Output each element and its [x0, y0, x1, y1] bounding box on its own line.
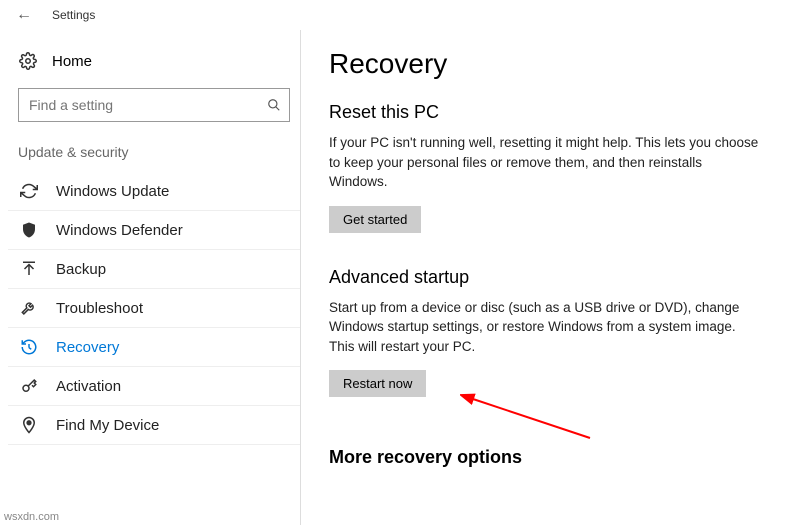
- sidebar-item-label: Recovery: [56, 339, 119, 356]
- sidebar-item-recovery[interactable]: Recovery: [8, 328, 300, 367]
- reset-section-text: If your PC isn't running well, resetting…: [329, 133, 759, 192]
- sidebar-item-troubleshoot[interactable]: Troubleshoot: [8, 289, 300, 328]
- back-icon[interactable]: ←: [16, 6, 32, 24]
- app-title: Settings: [52, 8, 95, 22]
- backup-icon: [18, 260, 40, 278]
- home-label: Home: [52, 53, 92, 70]
- sync-icon: [18, 182, 40, 200]
- search-input[interactable]: [19, 97, 259, 113]
- sidebar-item-activation[interactable]: Activation: [8, 367, 300, 406]
- advanced-section-text: Start up from a device or disc (such as …: [329, 298, 759, 357]
- advanced-section-title: Advanced startup: [329, 267, 776, 288]
- main-panel: Recovery Reset this PC If your PC isn't …: [300, 30, 800, 525]
- search-input-container[interactable]: [18, 88, 290, 122]
- shield-icon: [18, 221, 40, 239]
- history-icon: [18, 338, 40, 356]
- sidebar-item-backup[interactable]: Backup: [8, 250, 300, 289]
- restart-now-button[interactable]: Restart now: [329, 370, 426, 397]
- sidebar-item-label: Windows Update: [56, 183, 169, 200]
- home-button[interactable]: Home: [8, 46, 300, 76]
- wrench-icon: [18, 299, 40, 317]
- sidebar-item-label: Windows Defender: [56, 222, 183, 239]
- search-icon: [259, 98, 289, 112]
- sidebar-item-label: Backup: [56, 261, 106, 278]
- sidebar-item-windows-defender[interactable]: Windows Defender: [8, 211, 300, 250]
- gear-icon: [18, 52, 38, 70]
- watermark: wsxdn.com: [4, 511, 59, 523]
- sidebar-item-label: Activation: [56, 378, 121, 395]
- sidebar-item-windows-update[interactable]: Windows Update: [8, 172, 300, 211]
- category-label: Update & security: [8, 144, 300, 172]
- location-icon: [18, 416, 40, 434]
- sidebar-item-find-my-device[interactable]: Find My Device: [8, 406, 300, 445]
- key-icon: [18, 377, 40, 395]
- more-options-title: More recovery options: [329, 447, 776, 468]
- page-title: Recovery: [329, 48, 776, 80]
- sidebar-item-label: Find My Device: [56, 417, 159, 434]
- sidebar-item-label: Troubleshoot: [56, 300, 143, 317]
- reset-section-title: Reset this PC: [329, 102, 776, 123]
- get-started-button[interactable]: Get started: [329, 206, 421, 233]
- sidebar: Home Update & security Windows Update Wi…: [0, 30, 300, 525]
